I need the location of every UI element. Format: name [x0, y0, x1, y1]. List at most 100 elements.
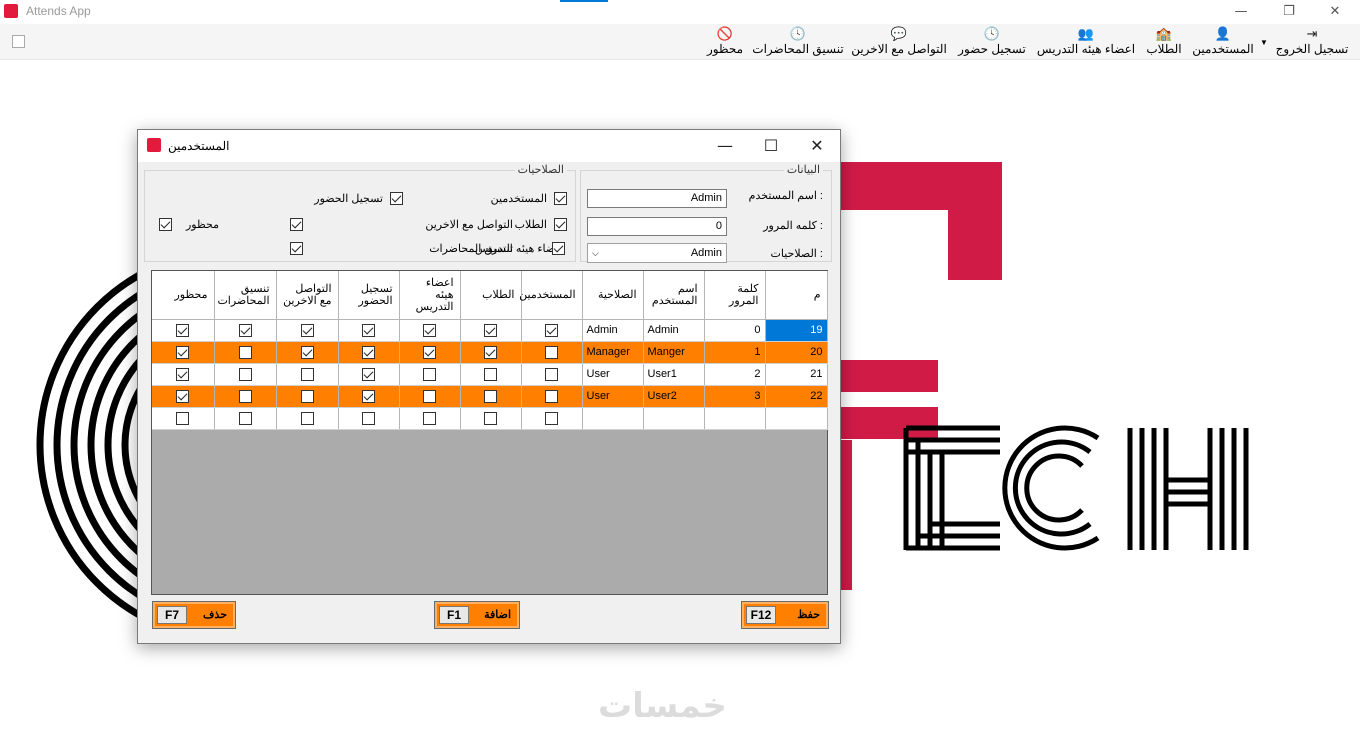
- cell-checkbox[interactable]: [176, 345, 190, 359]
- cell-checkbox[interactable]: [300, 411, 314, 425]
- col-header-password[interactable]: كلمة المرور: [704, 271, 766, 320]
- dialog-maximize-icon[interactable]: ☐: [748, 130, 794, 162]
- cell-checkbox[interactable]: [545, 411, 558, 425]
- cell-username[interactable]: [643, 407, 705, 430]
- cell-role[interactable]: User: [582, 385, 644, 408]
- cell-checkbox[interactable]: [423, 411, 436, 425]
- perm-faculty-checkbox[interactable]: [552, 242, 565, 255]
- dialog-minimize-icon[interactable]: —: [702, 130, 748, 162]
- cell-role[interactable]: Manager: [582, 341, 644, 364]
- cell-checkbox[interactable]: [484, 389, 497, 403]
- col-header-students[interactable]: الطلاب: [460, 271, 522, 320]
- cell-checkbox[interactable]: [362, 345, 375, 359]
- menu-blocked[interactable]: 🚫 محظور: [704, 26, 746, 58]
- cell-checkbox[interactable]: [545, 367, 558, 381]
- cell-password[interactable]: 1: [704, 341, 766, 364]
- username-input[interactable]: Admin: [587, 189, 727, 208]
- perm-students-checkbox[interactable]: [554, 218, 567, 231]
- cell-checkbox[interactable]: [300, 323, 314, 337]
- menu-faculty[interactable]: 👥 اعضاء هيئه التدريس: [1034, 26, 1138, 58]
- menubar-checkbox[interactable]: [12, 35, 25, 48]
- perm-users[interactable]: المستخدمين: [447, 191, 567, 207]
- save-button[interactable]: F12 حفظ: [741, 601, 829, 629]
- cell-role[interactable]: Admin: [582, 319, 644, 342]
- perm-contact[interactable]: التواصل مع الاخرين: [283, 217, 513, 233]
- table-row[interactable]: 19 0 Admin Admin: [152, 319, 828, 342]
- table-row[interactable]: [152, 407, 828, 430]
- cell-checkbox[interactable]: [545, 345, 558, 359]
- cell-checkbox[interactable]: [423, 345, 436, 359]
- password-input[interactable]: 0: [587, 217, 727, 236]
- col-header-faculty[interactable]: اعضاء هيئه التدريس: [399, 271, 461, 320]
- col-header-username[interactable]: اسم المستخدم: [643, 271, 705, 320]
- cell-role[interactable]: [582, 407, 644, 430]
- table-row[interactable]: 20 1 Manger Manager: [152, 341, 828, 364]
- perm-contact-checkbox[interactable]: [290, 218, 303, 231]
- perm-attendance-checkbox[interactable]: [390, 192, 403, 205]
- cell-checkbox[interactable]: [300, 345, 314, 359]
- add-button[interactable]: F1 اضافة: [434, 601, 520, 629]
- table-row[interactable]: 21 2 User1 User: [152, 363, 828, 386]
- delete-button[interactable]: F7 حذف: [152, 601, 236, 629]
- restore-icon[interactable]: ❐: [1266, 2, 1312, 22]
- cell-username[interactable]: User2: [643, 385, 705, 408]
- cell-id[interactable]: 21: [765, 363, 828, 386]
- cell-checkbox[interactable]: [238, 323, 252, 337]
- table-row[interactable]: 22 3 User2 User: [152, 385, 828, 408]
- cell-checkbox[interactable]: [362, 411, 375, 425]
- close-icon[interactable]: ✕: [1312, 2, 1358, 22]
- cell-checkbox[interactable]: [176, 411, 190, 425]
- cell-username[interactable]: Manger: [643, 341, 705, 364]
- cell-checkbox[interactable]: [484, 367, 497, 381]
- menu-lectures[interactable]: 🕓 تنسيق المحاضرات: [752, 26, 844, 58]
- cell-password[interactable]: 3: [704, 385, 766, 408]
- menu-attendance[interactable]: 🕓 تسجيل حضور: [956, 26, 1028, 58]
- minimize-icon[interactable]: —: [1218, 2, 1264, 22]
- col-header-id[interactable]: م: [765, 271, 828, 320]
- cell-checkbox[interactable]: [238, 411, 252, 425]
- cell-checkbox[interactable]: [362, 389, 375, 403]
- col-header-contact[interactable]: التواصل مع الاخرين: [276, 271, 339, 320]
- menu-contact[interactable]: 💬 التواصل مع الاخرين: [848, 26, 950, 58]
- menu-users[interactable]: 👤 المستخدمين: [1190, 26, 1256, 58]
- cell-checkbox[interactable]: [423, 389, 436, 403]
- cell-checkbox[interactable]: [176, 367, 190, 381]
- cell-checkbox[interactable]: [362, 367, 375, 381]
- cell-checkbox[interactable]: [300, 367, 314, 381]
- cell-checkbox[interactable]: [484, 411, 497, 425]
- cell-checkbox[interactable]: [484, 345, 497, 359]
- col-header-users[interactable]: المستخدمين: [519, 271, 583, 320]
- cell-checkbox[interactable]: [545, 389, 558, 403]
- menu-students[interactable]: 🏫 الطلاب: [1143, 26, 1185, 58]
- cell-username[interactable]: Admin: [643, 319, 705, 342]
- cell-checkbox[interactable]: [545, 323, 558, 337]
- perm-lectures-checkbox[interactable]: [290, 242, 303, 255]
- cell-checkbox[interactable]: [176, 389, 190, 403]
- perm-attendance[interactable]: تسجيل الحضور: [283, 191, 403, 207]
- perm-blocked-checkbox[interactable]: [159, 218, 172, 231]
- menu-logout[interactable]: ▼ ⇥ تسجيل الخروج: [1260, 26, 1350, 58]
- col-header-blocked[interactable]: محظور: [152, 271, 215, 320]
- cell-checkbox[interactable]: [423, 367, 436, 381]
- cell-checkbox[interactable]: [238, 345, 252, 359]
- dropdown-arrow-icon[interactable]: ▼: [1260, 38, 1268, 47]
- cell-id[interactable]: 22: [765, 385, 828, 408]
- cell-checkbox[interactable]: [423, 323, 436, 337]
- cell-checkbox[interactable]: [238, 389, 252, 403]
- cell-checkbox[interactable]: [484, 323, 497, 337]
- col-header-attendance[interactable]: تسجيل الحضور: [338, 271, 400, 320]
- col-header-role[interactable]: الصلاحية: [582, 271, 644, 320]
- cell-id[interactable]: 19: [765, 319, 828, 342]
- cell-id[interactable]: [765, 407, 828, 430]
- cell-role[interactable]: User: [582, 363, 644, 386]
- cell-id[interactable]: 20: [765, 341, 828, 364]
- dialog-close-icon[interactable]: ✕: [794, 130, 840, 162]
- perm-lectures[interactable]: تنسيق المحاضرات: [283, 241, 513, 257]
- users-grid[interactable]: م كلمة المرور اسم المستخدم الصلاحية المس…: [151, 270, 828, 595]
- cell-username[interactable]: User1: [643, 363, 705, 386]
- role-select[interactable]: ⌵ Admin: [587, 243, 727, 263]
- perm-users-checkbox[interactable]: [554, 192, 567, 205]
- cell-checkbox[interactable]: [300, 389, 314, 403]
- cell-password[interactable]: [704, 407, 766, 430]
- cell-password[interactable]: 0: [704, 319, 766, 342]
